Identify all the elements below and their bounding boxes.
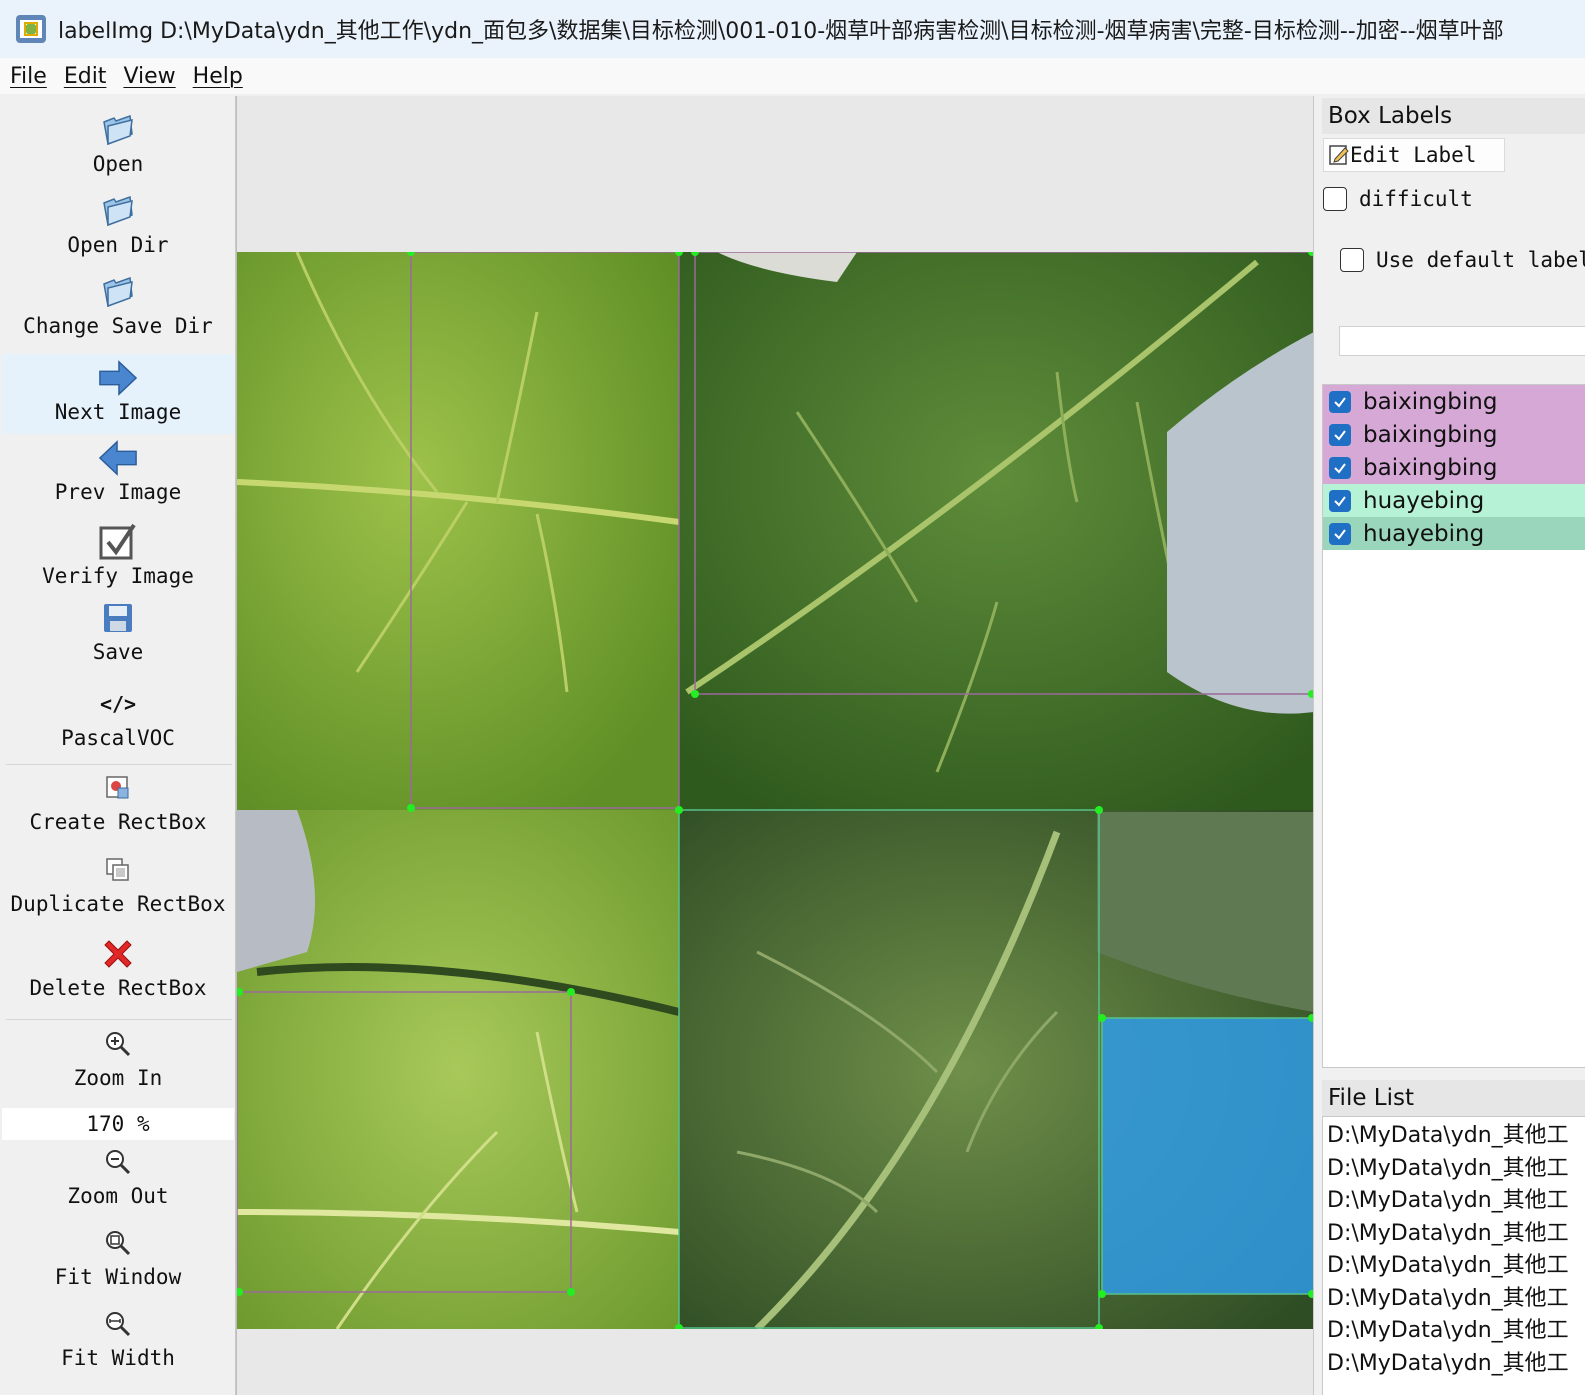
prev-image-label: Prev Image — [54, 480, 182, 504]
arrow-left-icon — [98, 438, 138, 478]
label-item-text: baixingbing — [1363, 421, 1498, 448]
checkmark-icon[interactable] — [1329, 423, 1351, 446]
duplicate-rectbox-label: Duplicate RectBox — [10, 892, 226, 916]
zoom-in-label: Zoom In — [73, 1066, 163, 1090]
image-canvas[interactable] — [236, 96, 1313, 1395]
difficult-label: difficult — [1359, 187, 1473, 211]
pascalvoc-format-button[interactable]: </> PascalVOC — [2, 684, 234, 764]
menu-bar: File Edit View Help — [0, 58, 1585, 94]
verify-image-button[interactable]: Verify Image — [2, 522, 234, 602]
box-labels-title: Box Labels — [1322, 98, 1585, 134]
title-bar: labelImg D:\MyData\ydn_其他工作\ydn_面包多\数据集\… — [0, 0, 1585, 58]
folder-open-icon — [98, 272, 138, 312]
edit-pencil-icon — [1329, 145, 1349, 165]
verify-image-label: Verify Image — [42, 564, 194, 588]
zoom-level-spinbox[interactable]: 170 % — [2, 1108, 234, 1140]
checkmark-icon[interactable] — [1329, 522, 1351, 545]
fit-width-label: Fit Width — [61, 1346, 175, 1370]
menu-view[interactable]: View — [123, 64, 175, 89]
zoom-in-button[interactable]: Zoom In — [2, 1024, 234, 1104]
checkmark-icon[interactable] — [1329, 390, 1351, 413]
fit-width-icon — [98, 1304, 138, 1344]
zoom-out-label: Zoom Out — [67, 1184, 169, 1208]
save-label: Save — [92, 640, 144, 664]
arrow-right-icon — [98, 358, 138, 398]
change-save-dir-label: Change Save Dir — [23, 314, 213, 338]
floppy-save-icon — [98, 598, 138, 638]
label-item-text: baixingbing — [1363, 454, 1498, 481]
file-list-title: File List — [1322, 1080, 1585, 1116]
create-rectbox-icon — [98, 768, 138, 808]
menu-file[interactable]: File — [10, 64, 47, 89]
difficult-checkbox[interactable]: difficult — [1323, 187, 1473, 211]
next-image-button[interactable]: Next Image — [2, 354, 234, 434]
pascalvoc-label: PascalVOC — [61, 726, 175, 750]
zoom-out-button[interactable]: Zoom Out — [2, 1142, 234, 1222]
open-button[interactable]: Open — [2, 110, 234, 190]
edit-label-button[interactable]: Edit Label — [1323, 138, 1505, 172]
open-dir-button[interactable]: Open Dir — [2, 191, 234, 271]
fit-window-label: Fit Window — [54, 1265, 182, 1289]
open-label: Open — [92, 152, 144, 176]
file-list-item[interactable]: D:\MyData\ydn_其他工 — [1323, 1280, 1585, 1313]
checkbox-unchecked-icon — [1323, 187, 1347, 211]
create-rectbox-label: Create RectBox — [29, 810, 207, 834]
label-item[interactable]: huayebing — [1323, 517, 1585, 550]
checkbox-unchecked-icon — [1340, 248, 1364, 272]
file-list-item[interactable]: D:\MyData\ydn_其他工 — [1323, 1247, 1585, 1280]
edit-label-text: Edit Label — [1350, 143, 1477, 167]
toolbar-separator — [6, 764, 232, 765]
file-list[interactable]: D:\MyData\ydn_其他工 D:\MyData\ydn_其他工 D:\M… — [1322, 1116, 1585, 1395]
label-item[interactable]: baixingbing — [1323, 451, 1585, 484]
zoom-out-icon — [98, 1142, 138, 1182]
labelimg-app-icon — [16, 15, 46, 43]
label-item-text: baixingbing — [1363, 388, 1498, 415]
duplicate-rectbox-icon — [98, 850, 138, 890]
label-item-text: huayebing — [1363, 487, 1485, 514]
zoom-in-icon — [98, 1024, 138, 1064]
create-rectbox-button[interactable]: Create RectBox — [2, 768, 234, 848]
file-list-item[interactable]: D:\MyData\ydn_其他工 — [1323, 1345, 1585, 1378]
folder-open-icon — [98, 191, 138, 231]
menu-help[interactable]: Help — [193, 64, 243, 89]
label-item-text: huayebing — [1363, 520, 1485, 547]
prev-image-button[interactable]: Prev Image — [2, 438, 234, 518]
checkbox-verify-icon — [98, 522, 138, 562]
checkmark-icon[interactable] — [1329, 456, 1351, 479]
file-list-item[interactable]: D:\MyData\ydn_其他工 — [1323, 1117, 1585, 1150]
delete-rectbox-button[interactable]: Delete RectBox — [2, 934, 234, 1014]
code-format-icon: </> — [99, 692, 137, 716]
open-dir-label: Open Dir — [67, 233, 169, 257]
file-list-item[interactable]: D:\MyData\ydn_其他工 — [1323, 1215, 1585, 1248]
left-toolbar: Open Open Dir Change Save Dir Next Image… — [2, 96, 236, 1395]
change-save-dir-button[interactable]: Change Save Dir — [2, 272, 234, 352]
fit-window-icon — [98, 1223, 138, 1263]
box-label-list[interactable]: baixingbing baixingbing baixingbing huay… — [1322, 384, 1585, 1068]
annotated-image — [237, 252, 1313, 1329]
toolbar-separator — [6, 1019, 232, 1020]
window-title: labelImg D:\MyData\ydn_其他工作\ydn_面包多\数据集\… — [58, 19, 1504, 44]
fit-width-button[interactable]: Fit Width — [2, 1304, 234, 1384]
menu-edit[interactable]: Edit — [64, 64, 107, 89]
next-image-label: Next Image — [54, 400, 182, 424]
label-item[interactable]: huayebing — [1323, 484, 1585, 517]
red-x-delete-icon — [98, 934, 138, 974]
duplicate-rectbox-button[interactable]: Duplicate RectBox — [2, 850, 234, 930]
delete-rectbox-label: Delete RectBox — [29, 976, 207, 1000]
use-default-label-checkbox[interactable]: Use default label — [1340, 248, 1585, 272]
file-list-item[interactable]: D:\MyData\ydn_其他工 — [1323, 1150, 1585, 1183]
file-list-item[interactable]: D:\MyData\ydn_其他工 — [1323, 1312, 1585, 1345]
use-default-label-text: Use default label — [1376, 248, 1585, 272]
default-label-input[interactable] — [1339, 326, 1585, 356]
label-item[interactable]: baixingbing — [1323, 418, 1585, 451]
folder-open-icon — [98, 110, 138, 150]
fit-window-button[interactable]: Fit Window — [2, 1223, 234, 1303]
right-dock-panel: Box Labels Edit Label difficult Use defa… — [1313, 96, 1585, 1395]
file-list-item[interactable]: D:\MyData\ydn_其他工 — [1323, 1182, 1585, 1215]
label-item[interactable]: baixingbing — [1323, 385, 1585, 418]
save-button[interactable]: Save — [2, 598, 234, 678]
checkmark-icon[interactable] — [1329, 489, 1351, 512]
